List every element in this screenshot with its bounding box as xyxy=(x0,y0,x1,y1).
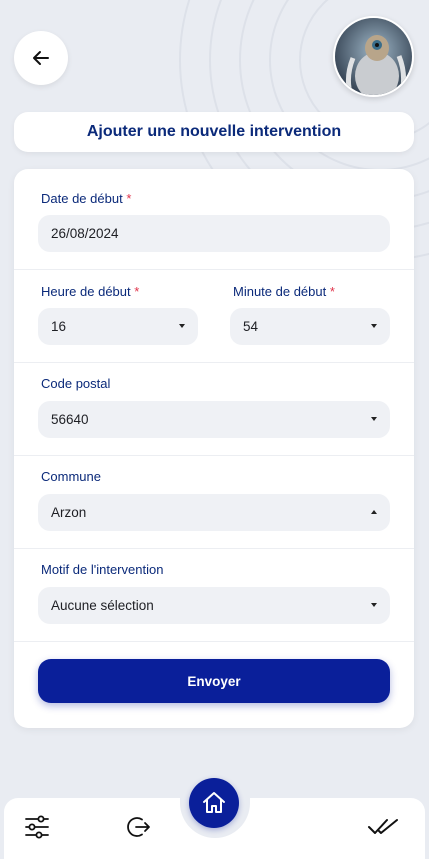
minute-label: Minute de début * xyxy=(233,284,335,299)
date-field[interactable]: 26/08/2024 xyxy=(38,215,390,252)
caret-down-icon xyxy=(371,323,377,328)
date-section: Date de début * 26/08/2024 xyxy=(14,169,414,270)
page-title: Ajouter une nouvelle intervention xyxy=(86,123,342,140)
page-title-card: Ajouter une nouvelle intervention xyxy=(14,112,414,152)
submit-label: Envoyer xyxy=(187,673,241,689)
filters-icon xyxy=(25,815,49,839)
commune-select[interactable]: Arzon xyxy=(38,494,390,531)
caret-down-icon xyxy=(371,602,377,607)
avatar[interactable] xyxy=(333,16,414,97)
caret-down-icon xyxy=(371,416,377,421)
caret-down-icon xyxy=(179,323,185,328)
hour-select[interactable]: 16 xyxy=(38,308,198,345)
validate-button[interactable] xyxy=(366,812,402,842)
required-mark: * xyxy=(126,191,132,206)
motif-section: Motif de l'intervention Aucune sélection xyxy=(14,549,414,642)
commune-label: Commune xyxy=(41,469,101,484)
postal-section: Code postal 56640 xyxy=(14,363,414,456)
home-button[interactable] xyxy=(189,778,239,828)
intervention-form: Date de début * 26/08/2024 Heure de débu… xyxy=(14,169,414,728)
home-icon xyxy=(203,792,225,813)
time-section: Heure de début * 16 Minute de début * 54 xyxy=(14,270,414,363)
avatar-image xyxy=(335,18,412,95)
motif-label: Motif de l'intervention xyxy=(41,562,164,577)
postal-label: Code postal xyxy=(41,376,111,391)
back-button[interactable] xyxy=(14,31,68,85)
logout-button[interactable] xyxy=(124,812,154,842)
minute-select[interactable]: 54 xyxy=(230,308,390,345)
required-mark: * xyxy=(134,284,140,299)
postal-select[interactable]: 56640 xyxy=(38,401,390,438)
filters-button[interactable] xyxy=(22,812,52,842)
hour-label: Heure de début * xyxy=(41,284,140,299)
caret-up-icon xyxy=(371,509,377,514)
double-check-icon xyxy=(368,819,398,834)
commune-section: Commune Arzon xyxy=(14,456,414,549)
logout-icon xyxy=(127,817,150,837)
submit-button[interactable]: Envoyer xyxy=(38,659,390,703)
required-mark: * xyxy=(329,284,335,299)
arrow-left-icon xyxy=(33,51,49,65)
date-label: Date de début * xyxy=(41,191,132,206)
motif-select[interactable]: Aucune sélection xyxy=(38,587,390,624)
